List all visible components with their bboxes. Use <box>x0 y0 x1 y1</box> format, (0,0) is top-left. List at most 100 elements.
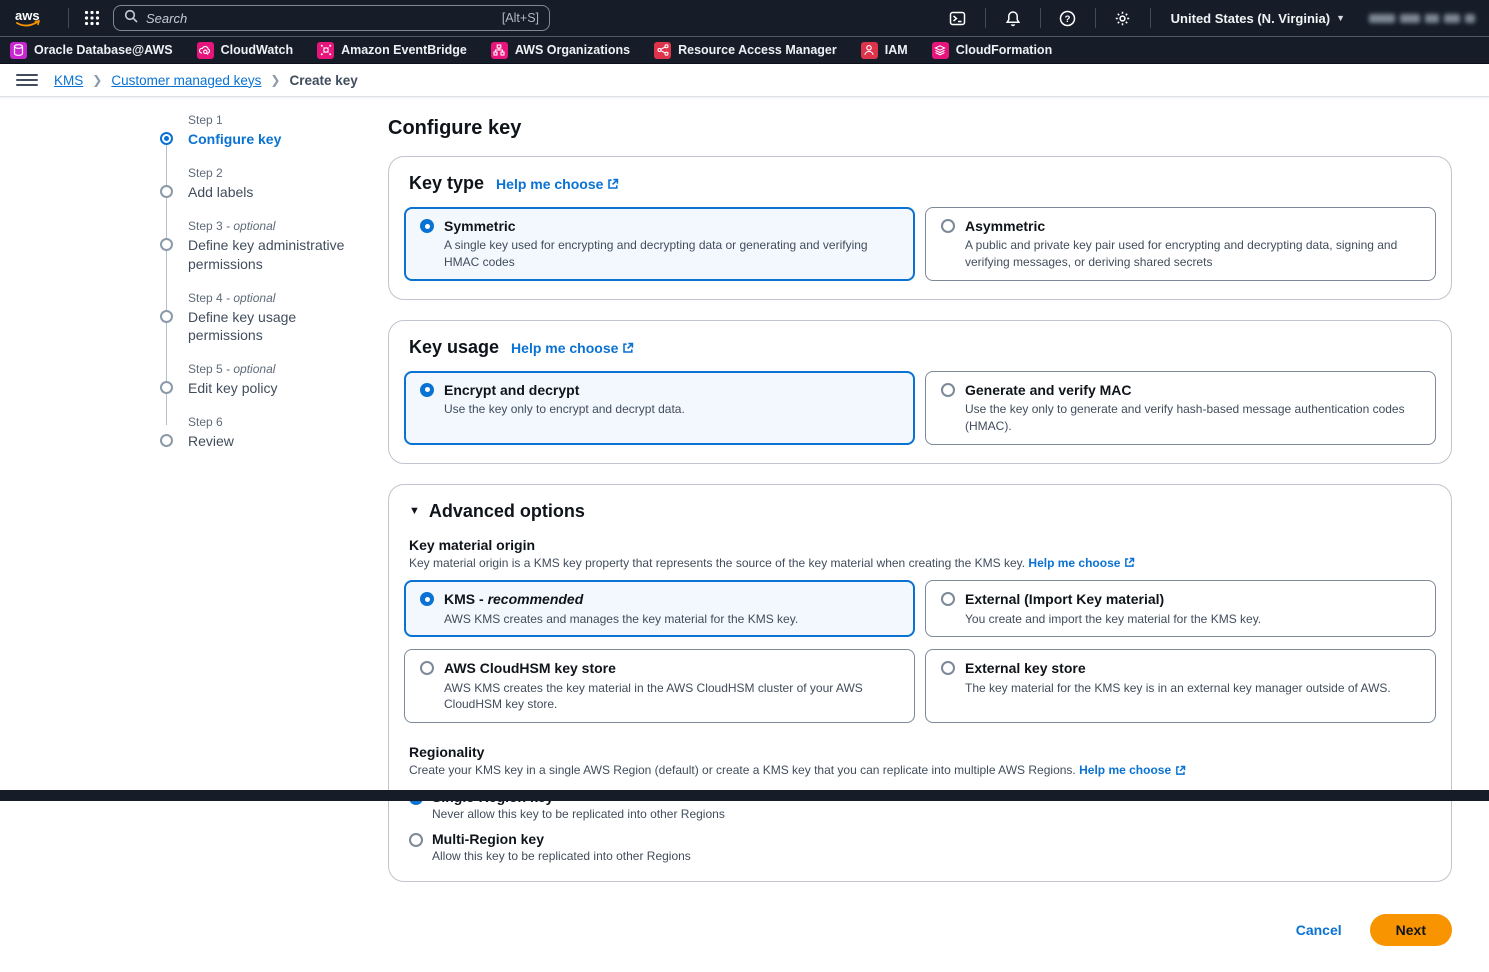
cloudformation-icon <box>932 42 949 59</box>
radio-checked-icon <box>420 592 434 606</box>
organizations-icon <box>491 42 508 59</box>
breadcrumb-create-key: Create key <box>289 73 357 88</box>
external-link-icon <box>622 342 634 354</box>
key-type-card: Key type Help me choose Symmetric A sing… <box>388 156 1452 300</box>
global-search[interactable]: [Alt+S] <box>113 5 550 31</box>
key-material-origin-label: Key material origin <box>409 537 1431 553</box>
divider <box>1040 8 1041 28</box>
key-material-help-me-choose-link[interactable]: Help me choose <box>1028 555 1135 572</box>
step-circle-icon <box>160 434 173 447</box>
side-menu-icon[interactable] <box>16 74 38 86</box>
favorite-iam[interactable]: IAM <box>861 42 908 59</box>
external-link-icon <box>1124 557 1135 568</box>
step-edit-key-policy[interactable]: Step 5 - optional Edit key policy <box>160 362 368 398</box>
search-shortcut-hint: [Alt+S] <box>502 11 539 25</box>
key-type-help-me-choose-link[interactable]: Help me choose <box>496 176 619 192</box>
favorite-organizations[interactable]: AWS Organizations <box>491 42 630 59</box>
cloudwatch-icon <box>197 42 214 59</box>
page-title: Configure key <box>388 117 1452 140</box>
radio-unchecked-icon <box>409 833 423 847</box>
step-add-labels[interactable]: Step 2 Add labels <box>160 166 368 202</box>
breadcrumb-bar: KMS ❯ Customer managed keys ❯ Create key <box>0 64 1489 97</box>
ram-icon <box>654 42 671 59</box>
caret-down-icon: ▼ <box>409 505 420 517</box>
external-link-icon <box>1175 765 1186 776</box>
step-active-radio-icon <box>160 132 173 145</box>
radio-unchecked-icon <box>941 661 955 675</box>
regionality-option-multi-region[interactable]: Multi-Region key Allow this key to be re… <box>409 831 1431 863</box>
search-input[interactable] <box>146 11 494 26</box>
advanced-options-expander[interactable]: ▼ Advanced options <box>404 501 1436 522</box>
breadcrumb-customer-managed-keys[interactable]: Customer managed keys <box>111 73 261 88</box>
radio-checked-icon <box>420 219 434 233</box>
main-panel: Configure key Key type Help me choose Sy… <box>388 97 1489 972</box>
chevron-down-icon: ▼ <box>1336 13 1345 23</box>
breadcrumb-kms[interactable]: KMS <box>54 73 83 88</box>
divider <box>1150 8 1151 28</box>
key-usage-help-me-choose-link[interactable]: Help me choose <box>511 340 634 356</box>
key-material-option-external-import[interactable]: External (Import Key material) You creat… <box>925 580 1436 637</box>
step-circle-icon <box>160 185 173 198</box>
key-type-option-asymmetric[interactable]: Asymmetric A public and private key pair… <box>925 207 1436 281</box>
advanced-options-card: ▼ Advanced options Key material origin K… <box>388 484 1452 882</box>
page-content: Step 1 Configure key Step 2 Add labels S… <box>0 97 1489 972</box>
external-link-icon <box>607 178 619 190</box>
radio-unchecked-icon <box>941 383 955 397</box>
radio-unchecked-icon <box>941 219 955 233</box>
cancel-button[interactable]: Cancel <box>1296 922 1342 938</box>
console-footer-bar <box>0 790 1489 801</box>
services-grid-icon[interactable] <box>79 5 105 31</box>
favorites-bar: Oracle Database@AWS CloudWatch Amazon Ev… <box>0 37 1489 64</box>
step-circle-icon <box>160 381 173 394</box>
key-material-option-external-key-store[interactable]: External key store The key material for … <box>925 649 1436 723</box>
search-icon <box>124 9 138 28</box>
key-usage-card: Key usage Help me choose Encrypt and dec… <box>388 320 1452 464</box>
step-circle-icon <box>160 310 173 323</box>
step-define-key-administrative-permissions[interactable]: Step 3 - optional Define key administrat… <box>160 219 368 274</box>
radio-unchecked-icon <box>420 661 434 675</box>
top-navigation: aws [Alt+S] <box>0 0 1489 37</box>
chevron-right-icon: ❯ <box>92 73 102 87</box>
favorite-cloudformation[interactable]: CloudFormation <box>932 42 1053 59</box>
divider <box>985 8 986 28</box>
step-circle-icon <box>160 238 173 251</box>
divider <box>68 8 69 28</box>
key-type-title: Key type <box>409 173 484 194</box>
account-menu-redacted[interactable] <box>1369 14 1475 23</box>
radio-checked-icon <box>420 383 434 397</box>
step-configure-key[interactable]: Step 1 Configure key <box>160 113 368 149</box>
favorite-resource-access-manager[interactable]: Resource Access Manager <box>654 42 837 59</box>
help-icon[interactable]: ? <box>1051 5 1085 31</box>
step-define-key-usage-permissions[interactable]: Step 4 - optional Define key usage permi… <box>160 291 368 346</box>
cloudshell-icon[interactable] <box>941 5 975 31</box>
key-material-origin-description: Key material origin is a KMS key propert… <box>409 555 1431 572</box>
notifications-bell-icon[interactable] <box>996 5 1030 31</box>
divider <box>1095 8 1096 28</box>
favorite-oracle-database[interactable]: Oracle Database@AWS <box>10 42 173 59</box>
regionality-help-me-choose-link[interactable]: Help me choose <box>1079 762 1186 779</box>
key-type-option-symmetric[interactable]: Symmetric A single key used for encrypti… <box>404 207 915 281</box>
region-label: United States (N. Virginia) <box>1171 11 1330 26</box>
key-material-option-kms[interactable]: KMS - recommended AWS KMS creates and ma… <box>404 580 915 637</box>
region-selector[interactable]: United States (N. Virginia) ▼ <box>1161 11 1355 26</box>
svg-text:?: ? <box>1065 14 1071 25</box>
key-material-option-cloudhsm[interactable]: AWS CloudHSM key store AWS KMS creates t… <box>404 649 915 723</box>
iam-icon <box>861 42 878 59</box>
eventbridge-icon <box>317 42 334 59</box>
regionality-description: Create your KMS key in a single AWS Regi… <box>409 762 1431 779</box>
key-usage-title: Key usage <box>409 337 499 358</box>
database-icon <box>10 42 27 59</box>
aws-logo[interactable]: aws <box>12 6 48 30</box>
key-usage-option-encrypt-decrypt[interactable]: Encrypt and decrypt Use the key only to … <box>404 371 915 445</box>
favorite-eventbridge[interactable]: Amazon EventBridge <box>317 42 467 59</box>
key-usage-option-generate-verify-mac[interactable]: Generate and verify MAC Use the key only… <box>925 371 1436 445</box>
wizard-actions: Cancel Next <box>388 914 1452 946</box>
next-button[interactable]: Next <box>1370 914 1452 946</box>
regionality-label: Regionality <box>409 744 1431 760</box>
radio-unchecked-icon <box>941 592 955 606</box>
settings-gear-icon[interactable] <box>1106 5 1140 31</box>
step-review[interactable]: Step 6 Review <box>160 415 368 451</box>
favorite-cloudwatch[interactable]: CloudWatch <box>197 42 293 59</box>
wizard-steps-nav: Step 1 Configure key Step 2 Add labels S… <box>0 97 388 468</box>
chevron-right-icon: ❯ <box>270 73 280 87</box>
